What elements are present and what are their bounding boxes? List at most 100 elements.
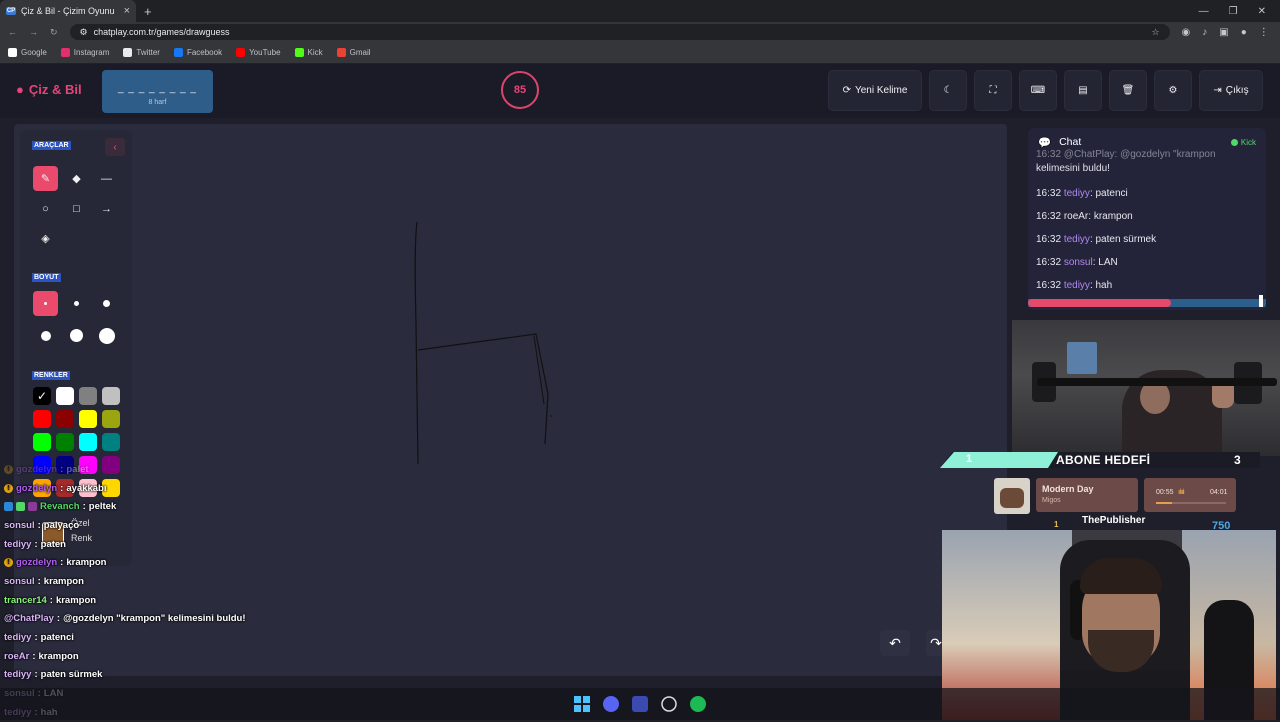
- color-swatch[interactable]: [79, 387, 97, 405]
- moon-icon: ☾: [943, 85, 953, 96]
- bookmark-label: Instagram: [73, 48, 110, 57]
- reload-icon[interactable]: ↻: [50, 27, 58, 38]
- chevron-left-icon: ‹: [113, 141, 117, 153]
- archive-button[interactable]: ▤: [1064, 70, 1102, 111]
- size-dot: [103, 300, 110, 307]
- side-chat-progress-bar: [1028, 295, 1266, 307]
- bookmark-google[interactable]: Google: [8, 48, 47, 57]
- message-user: roeAr: [1063, 211, 1089, 222]
- color-swatch[interactable]: ✓: [33, 387, 51, 405]
- album-art: [994, 478, 1030, 514]
- size-2-button[interactable]: [64, 291, 89, 316]
- url-field[interactable]: ⚙ chatplay.com.tr/games/drawguess ☆: [69, 24, 1170, 40]
- progress-fill: [1028, 299, 1171, 307]
- browser-menu-icon[interactable]: ⋮: [1259, 27, 1269, 38]
- platform-indicator: Kick: [1230, 138, 1256, 147]
- maximize-icon[interactable]: ❐: [1229, 6, 1238, 17]
- minimize-icon[interactable]: —: [1199, 6, 1209, 17]
- bookmark-twitter[interactable]: Twitter: [123, 48, 160, 57]
- color-swatch[interactable]: [56, 387, 74, 405]
- goal-fill: [940, 452, 1058, 468]
- palette-icon: ●: [16, 82, 24, 97]
- eraser-tool[interactable]: ◆: [64, 166, 89, 191]
- windows-start-icon[interactable]: [572, 694, 592, 714]
- overlay-chat-text: krampon: [43, 575, 84, 587]
- size-5-button[interactable]: [64, 323, 89, 348]
- back-icon[interactable]: ←: [8, 27, 17, 37]
- word-blanks: _ _ _ _ _ _ _ _: [118, 83, 197, 94]
- obs-icon[interactable]: [659, 694, 679, 714]
- message-user: tediyy: [1063, 234, 1090, 245]
- bookmark-facebook[interactable]: Facebook: [173, 48, 222, 57]
- subscriber-badge-icon: !: [4, 483, 13, 493]
- overlay-chat-line: sonsul: krampon: [4, 575, 84, 587]
- overlay-chat-user: sonsul: [4, 519, 35, 531]
- exit-button[interactable]: ⇥ Çıkış: [1199, 70, 1263, 111]
- size-6-button[interactable]: [94, 323, 119, 348]
- circle-tool[interactable]: ○: [33, 196, 58, 221]
- extension-icon[interactable]: ◉: [1182, 27, 1191, 38]
- brush-tool[interactable]: ✎: [33, 166, 58, 191]
- tab-favicon: CP: [6, 7, 16, 15]
- track-time: 00:55 ıılıılı 04:01: [1144, 478, 1236, 512]
- color-swatch[interactable]: [79, 433, 97, 451]
- keyboard-button[interactable]: ⌨: [1019, 70, 1057, 111]
- bookmark-kick[interactable]: Kick: [294, 48, 323, 57]
- color-swatch[interactable]: [102, 433, 120, 451]
- overlay-chat-line: sonsul: palyaço: [4, 519, 80, 531]
- color-swatch[interactable]: [33, 410, 51, 428]
- app-icon[interactable]: [630, 694, 650, 714]
- settings-button[interactable]: ⚙: [1154, 70, 1192, 111]
- size-1-button[interactable]: [33, 291, 58, 316]
- size-3-button[interactable]: [94, 291, 119, 316]
- bookmark-youtube[interactable]: YouTube: [236, 48, 281, 57]
- overlay-chat-line: roeAr: krampon: [4, 650, 79, 662]
- color-swatch[interactable]: [56, 410, 74, 428]
- new-tab-icon[interactable]: +: [144, 4, 152, 19]
- spotify-icon[interactable]: [688, 694, 708, 714]
- fill-tool[interactable]: ◈: [33, 226, 58, 251]
- browser-tab[interactable]: CP Çiz & Bil - Çizim Oyunu ×: [0, 0, 136, 22]
- color-swatch[interactable]: [33, 433, 51, 451]
- bookmark-label: Google: [21, 48, 47, 57]
- tab-close-icon[interactable]: ×: [124, 5, 130, 17]
- audio-icon[interactable]: ♪: [1202, 27, 1207, 38]
- overlay-chat-text: krampon: [55, 594, 97, 606]
- collapse-panel-button[interactable]: ‹: [105, 138, 125, 156]
- square-icon: □: [73, 202, 80, 215]
- size-4-button[interactable]: [33, 323, 58, 348]
- gym-camera-feed: [1012, 320, 1280, 456]
- partial-line-2: kelimesini buldu!: [1036, 163, 1110, 174]
- overlay-chat-text: krampon: [66, 557, 107, 569]
- track-elapsed: 00:55: [1156, 489, 1174, 496]
- theme-toggle-button[interactable]: ☾: [929, 70, 967, 111]
- discord-icon[interactable]: [601, 694, 621, 714]
- extensions-puzzle-icon[interactable]: ▣: [1219, 27, 1228, 38]
- app-logo: ● Çiz & Bil: [16, 82, 82, 97]
- bookmark-instagram[interactable]: Instagram: [60, 48, 110, 57]
- live-dot: [1230, 138, 1238, 146]
- profile-icon[interactable]: ●: [1241, 27, 1247, 38]
- line-tool[interactable]: —: [94, 166, 119, 191]
- user-badge-icon: [16, 502, 25, 512]
- window-close-icon[interactable]: ✕: [1258, 6, 1266, 17]
- bookmark-gmail[interactable]: Gmail: [336, 48, 371, 57]
- undo-button[interactable]: ↶: [880, 630, 910, 656]
- overlay-chat-user: sonsul: [4, 575, 35, 587]
- arrow-tool[interactable]: →: [94, 196, 119, 221]
- gear-icon: ⚙: [1168, 85, 1178, 96]
- forward-icon[interactable]: →: [29, 27, 38, 37]
- fullscreen-button[interactable]: ⛶: [974, 70, 1012, 111]
- bookmark-star-icon[interactable]: ☆: [1151, 27, 1159, 38]
- color-swatch[interactable]: [102, 410, 120, 428]
- google-icon: [8, 48, 17, 57]
- subscriber-badge-icon: !: [4, 464, 13, 474]
- eraser-icon: ◆: [72, 173, 81, 185]
- site-info-icon[interactable]: ⚙: [80, 27, 88, 38]
- rectangle-tool[interactable]: □: [64, 196, 89, 221]
- color-swatch[interactable]: [56, 433, 74, 451]
- color-swatch[interactable]: [79, 410, 97, 428]
- new-word-button[interactable]: ⟳ Yeni Kelime: [828, 70, 922, 111]
- color-swatch[interactable]: [102, 387, 120, 405]
- clear-button[interactable]: 🗑: [1109, 70, 1147, 111]
